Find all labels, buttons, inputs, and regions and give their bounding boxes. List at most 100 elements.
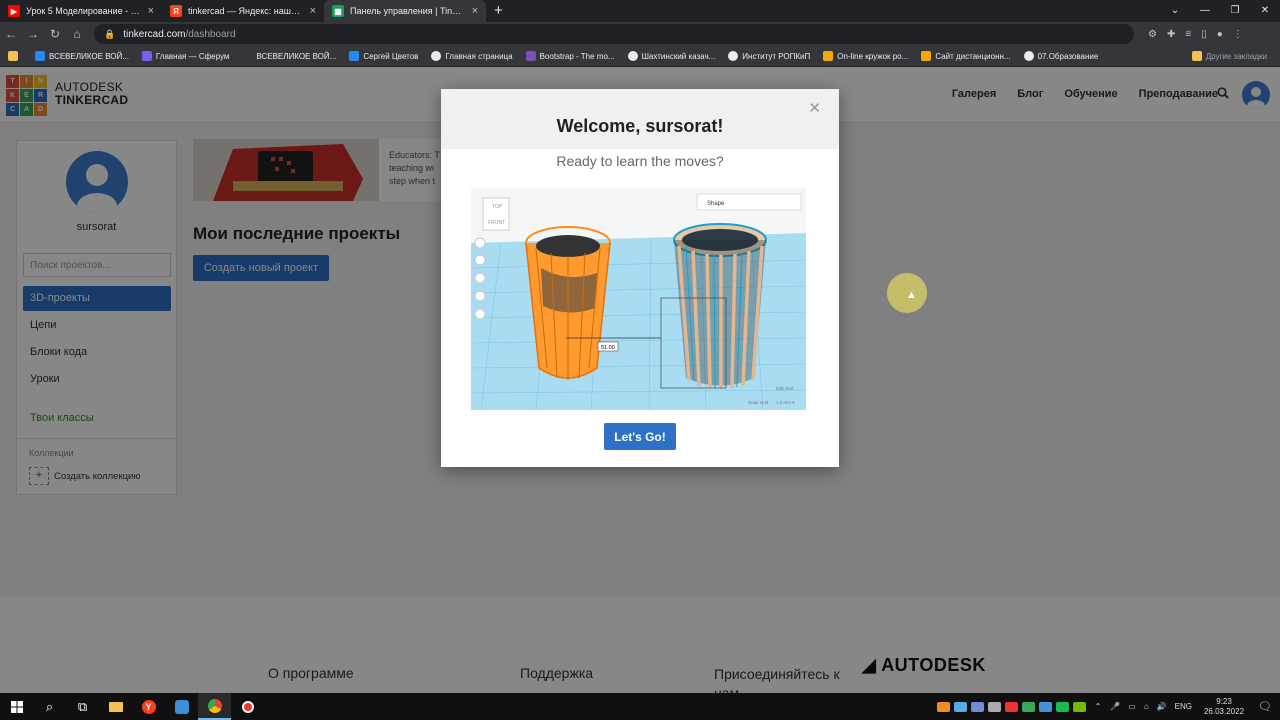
file-explorer-icon[interactable] [99,693,132,720]
bookmark-item[interactable]: Институт РОПКиП [728,51,810,61]
chevron-up-icon[interactable]: ⌃ [1095,702,1102,711]
tray-app-icon[interactable] [1038,701,1052,712]
microphone-icon[interactable]: 🎤 [1110,702,1120,711]
volume-icon[interactable]: 🔊 [1157,702,1167,711]
profile-icon[interactable]: ● [1217,29,1223,40]
clock-date: 26.03.2022 [1203,706,1245,716]
tab-title: Панель управления | Tinkercad [350,6,466,16]
tab-title: tinkercad — Яндекс: нашлось 2 тыс. [188,6,304,16]
other-bookmarks-label: Другие закладки [1205,51,1267,61]
bookmark-favicon-icon [141,51,152,61]
browser-tab[interactable]: ▦ Панель управления | Tinkercad × [324,0,486,22]
welcome-modal: ✕ Welcome, sursorat! Ready to learn the … [441,89,839,467]
new-tab-icon[interactable]: + [494,0,503,22]
network-icon[interactable]: ⌂ [1144,702,1149,711]
url-field[interactable]: 🔒 tinkercad.com/dashboard [94,24,1134,44]
close-window-icon[interactable]: ✕ [1250,0,1280,22]
back-icon[interactable]: ← [0,27,22,41]
mouse-cursor-icon: ▲ [906,289,917,301]
bookmark-item[interactable]: On-line кружок ро... [823,51,908,61]
yandex-browser-icon[interactable]: Y [132,693,165,720]
bookmark-item[interactable]: Главная — Сферум [141,51,230,61]
close-tab-icon[interactable]: × [310,5,316,17]
bookmarks-bar: ВСЕВЕЛИКОЕ ВОЙ... Главная — Сферум ВСЕВЕЛИ… [0,46,1280,67]
chevron-down-icon[interactable]: ⌄ [1160,0,1190,22]
bookmark-favicon-icon [728,51,739,61]
bookmark-item[interactable]: Сергей Цветов [349,51,418,61]
bookmark-item[interactable]: Шахтинский казач... [627,51,716,61]
chrome-icon[interactable] [198,693,231,720]
tray-app-icon[interactable] [987,701,1001,712]
language-indicator[interactable]: ENG [1175,702,1192,711]
bookmark-label: Шахтинский казач... [641,51,716,61]
tray-steam-icon[interactable] [953,701,967,712]
modal-subtitle: Ready to learn the moves? [556,153,724,169]
system-tray: ⌃ 🎤 ▭ ⌂ 🔊 ENG 9:23 26.03.2022 🗨 [936,693,1280,720]
bookmark-item[interactable]: ВСЕВЕЛИКОЕ ВОЙ... [242,51,336,61]
bookmark-favicon-icon [35,51,45,61]
tinkercad-dashboard: TINKERCAD AUTODESK TINKERCAD Галерея Блог… [0,67,1280,693]
browser-tab[interactable]: Яtinkercad — Яндекс: нашлось 2 тыс. × [162,0,324,22]
tinkercad-icon: ▦ [332,5,344,17]
extension-icons: ⚙ ✚ ≡ ▯ ● ⋮ [1148,29,1243,40]
reload-icon[interactable]: ↻ [44,27,66,41]
yandex-icon: Я [170,5,182,17]
battery-icon[interactable]: ▭ [1128,702,1136,711]
close-tab-icon[interactable]: × [148,5,154,17]
extension-icon[interactable]: ⚙ [1148,29,1157,40]
tray-app-icon[interactable] [1021,701,1035,712]
bookmark-favicon-icon [349,51,360,61]
search-icon[interactable]: ⌕ [33,693,66,720]
bookmark-label: Главная — Сферум [155,51,230,61]
url-domain: tinkercad.com [123,28,186,40]
bookmark-item[interactable]: 07.Образование [1023,51,1099,61]
puzzle-icon[interactable]: ✚ [1167,29,1175,40]
notifications-icon[interactable]: 🗨 [1258,700,1272,713]
bookmark-label: 07.Образование [1037,51,1099,61]
bookmark-item[interactable]: Bootstrap - The mo... [525,51,615,61]
bookmark-label: Сайт дистанционн... [935,51,1011,61]
lets-go-button[interactable]: Let's Go! [604,423,676,450]
bookmark-item[interactable]: Сайт дистанционн... [921,51,1011,61]
tray-record-icon[interactable] [1004,701,1018,712]
sidebar-icon[interactable]: ▯ [1201,29,1207,40]
dimension-label: 51.00 [601,345,615,351]
app-icon[interactable] [165,693,198,720]
bookmark-favicon-icon [431,51,442,61]
tray-nvidia-icon[interactable] [1072,701,1086,712]
tab-title: Урок 5 Моделирование - YouTube [26,6,142,16]
bookmark-favicon-icon [242,51,253,61]
apps-icon[interactable] [8,51,22,61]
modal-title: Welcome, sursorat! [556,116,724,136]
bookmark-item[interactable]: ВСЕВЕЛИКОЕ ВОЙ... [35,51,129,61]
edit-grid-label: Edit Grid [776,386,794,391]
close-tab-icon[interactable]: × [472,5,478,17]
bookmark-favicon-icon [1023,51,1034,61]
other-bookmarks[interactable]: Другие закладки [1191,51,1267,61]
window-controls: ⌄ — ❐ ✕ [1160,0,1280,22]
bookmark-label: On-line кружок ро... [837,51,909,61]
workplane-preview-image: TOP FRONT Shape 51.00 Edit Grid Snap Gri… [471,188,806,410]
forward-icon[interactable]: → [22,27,44,41]
browser-tab[interactable]: ▶ Урок 5 Моделирование - YouTube × [0,0,162,22]
tray-app-icon[interactable] [936,701,950,712]
lock-icon: 🔒 [104,28,116,39]
tray-app-icon[interactable] [1055,701,1069,712]
record-icon[interactable] [231,693,264,720]
home-icon[interactable]: ⌂ [66,27,88,41]
bookmark-label: Институт РОПКиП [742,51,811,61]
close-icon[interactable]: ✕ [808,99,821,117]
shape-panel-title: Shape [707,201,725,207]
clock[interactable]: 9:23 26.03.2022 [1204,697,1244,717]
bookmark-label: ВСЕВЕЛИКОЕ ВОЙ... [49,51,129,61]
playlist-icon[interactable]: ≡ [1185,29,1191,40]
windows-start-icon[interactable] [0,693,33,720]
minimize-icon[interactable]: — [1190,0,1220,22]
menu-icon[interactable]: ⋮ [1233,29,1243,40]
tray-discord-icon[interactable] [970,701,984,712]
bookmark-item[interactable]: Главная страница [431,51,513,61]
bookmark-label: Bootstrap - The mo... [539,51,615,61]
clock-time: 9:23 [1216,696,1232,706]
task-view-icon[interactable]: ⧉ [66,693,99,720]
restore-icon[interactable]: ❐ [1220,0,1250,22]
